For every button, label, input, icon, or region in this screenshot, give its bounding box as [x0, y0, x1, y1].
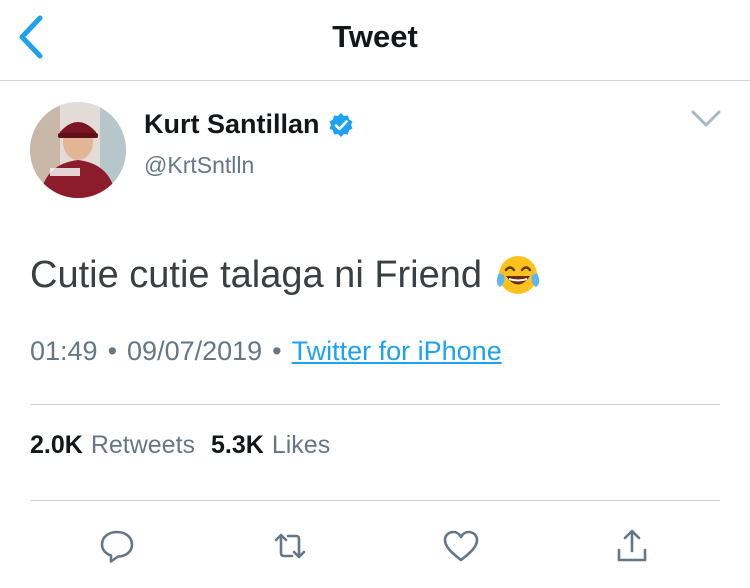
- tweet-time: 01:49: [30, 336, 98, 366]
- avatar[interactable]: [30, 102, 126, 198]
- navigation-bar: Tweet: [0, 0, 750, 81]
- retweets-count: 2.0K: [30, 431, 83, 459]
- chevron-down-icon: [691, 110, 721, 127]
- retweet-button[interactable]: [270, 526, 310, 566]
- tweet-timestamp: 01:49 • 09/07/2019 • Twitter for iPhone: [30, 336, 502, 367]
- separator: •: [272, 336, 282, 366]
- share-icon: [617, 529, 647, 562]
- tweet-date: 09/07/2019: [127, 336, 263, 366]
- likes-count: 5.3K: [211, 431, 264, 459]
- avatar-image: [30, 102, 126, 198]
- tweet-stats: 2.0K Retweets 5.3K Likes: [30, 431, 330, 460]
- separator: •: [107, 336, 118, 366]
- tweet-source-link[interactable]: Twitter for iPhone: [292, 336, 502, 366]
- divider: [30, 500, 720, 501]
- verified-badge-icon: [329, 112, 353, 137]
- page-title: Tweet: [332, 19, 418, 54]
- author-row: Kurt Santillan: [144, 109, 354, 140]
- retweets-label: Retweets: [90, 431, 196, 459]
- reply-button[interactable]: [97, 526, 137, 566]
- share-button[interactable]: [612, 526, 652, 566]
- author-name[interactable]: Kurt Santillan: [144, 109, 320, 140]
- likes-label: Likes: [271, 431, 331, 459]
- like-button[interactable]: [441, 526, 481, 566]
- divider: [30, 404, 720, 405]
- more-options-button[interactable]: [690, 108, 722, 130]
- retweet-icon: [274, 533, 306, 559]
- like-icon: [443, 530, 479, 562]
- tweet-text: Cutie cutie talaga ni Friend: [30, 253, 540, 297]
- reply-icon: [100, 530, 134, 563]
- tweet-body: Cutie cutie talaga ni Friend: [30, 253, 483, 296]
- retweets-stat[interactable]: 2.0K Retweets: [30, 431, 195, 459]
- likes-stat[interactable]: 5.3K Likes: [211, 431, 330, 459]
- face-with-tears-of-joy-icon: [496, 256, 540, 294]
- author-handle[interactable]: @KrtSntlln: [144, 152, 254, 179]
